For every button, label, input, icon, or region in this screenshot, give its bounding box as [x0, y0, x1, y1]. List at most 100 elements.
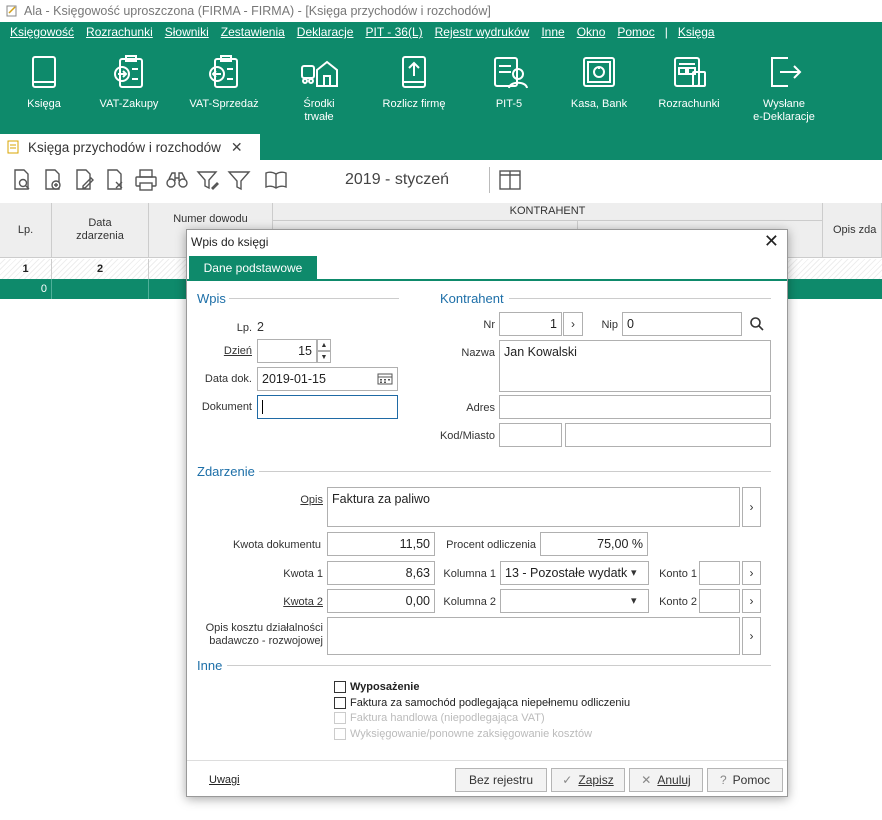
- menu-inne[interactable]: Inne: [535, 25, 570, 39]
- nip-input[interactable]: 0: [622, 312, 742, 336]
- adres-input[interactable]: [499, 395, 771, 419]
- filter-icon[interactable]: [227, 168, 251, 192]
- tab-label: Księga przychodów i rozchodów: [28, 139, 221, 155]
- spin-up-icon[interactable]: ▲: [317, 339, 331, 351]
- export-icon: [771, 57, 802, 87]
- wyposazenie-checkbox[interactable]: Wyposażenie: [334, 681, 420, 693]
- app-icon: [6, 5, 17, 17]
- nr-select-button[interactable]: ›: [563, 312, 583, 336]
- grid-cell-lp: 1: [0, 259, 52, 279]
- menu-zestawienia[interactable]: Zestawienia: [215, 25, 291, 39]
- ribbon-ksiega-button[interactable]: Księga: [4, 42, 84, 132]
- close-icon[interactable]: ✕: [764, 231, 779, 252]
- kolumna1-label: Kolumna 1: [443, 568, 496, 580]
- kwota2-input[interactable]: 0,00: [327, 589, 435, 613]
- data-dok-label: Data dok.: [204, 373, 252, 385]
- add-document-icon[interactable]: [41, 168, 65, 192]
- grid-cell-data: 2: [52, 259, 149, 279]
- procent-odliczenia-label: Procent odliczenia: [446, 539, 536, 551]
- checkbox-box: [334, 712, 346, 724]
- menu-pit36[interactable]: PIT - 36(L): [359, 25, 428, 39]
- menu-slowniki[interactable]: Słowniki: [159, 25, 215, 39]
- close-icon[interactable]: ✕: [231, 139, 243, 156]
- menu-pomoc[interactable]: Pomoc: [611, 25, 660, 39]
- section-zdarzenie-title: Zdarzenie: [197, 464, 255, 479]
- grid-header-lp[interactable]: Lp.: [0, 203, 52, 258]
- dzien-input[interactable]: 15: [257, 339, 317, 363]
- tab-dane-podstawowe[interactable]: Dane podstawowe: [189, 256, 317, 280]
- calendar-icon[interactable]: [375, 370, 395, 388]
- pomoc-button[interactable]: ? Pomoc: [707, 768, 783, 792]
- grid-header-kontrahent[interactable]: KONTRAHENT: [273, 203, 823, 221]
- kod-input[interactable]: [499, 423, 562, 447]
- badawczy-input[interactable]: [327, 617, 740, 655]
- procent-odliczenia-input[interactable]: 75,00 %: [540, 532, 648, 556]
- kwota1-input[interactable]: 8,63: [327, 561, 435, 585]
- grid-header-opis[interactable]: Opis zda: [823, 203, 882, 258]
- dokument-input[interactable]: [257, 395, 398, 419]
- checkbox-box[interactable]: [334, 697, 346, 709]
- tab-ksiega[interactable]: Księga przychodów i rozchodów ✕: [0, 134, 260, 160]
- menu-rozrachunki[interactable]: Rozrachunki: [80, 25, 159, 39]
- ribbon-rozrachunki-button[interactable]: Rozrachunki: [644, 42, 734, 132]
- anuluj-button[interactable]: ✕ Anuluj: [629, 768, 703, 792]
- period-label[interactable]: 2019 - styczeń: [345, 171, 449, 189]
- badawczy-select-button[interactable]: ›: [742, 617, 761, 655]
- konto2-select-button[interactable]: ›: [742, 589, 761, 613]
- document-icon: [7, 140, 19, 154]
- konto1-input[interactable]: [699, 561, 740, 585]
- text-cursor: [262, 400, 263, 414]
- spin-down-icon[interactable]: ▼: [317, 351, 331, 363]
- section-divider: [229, 298, 399, 299]
- nr-input[interactable]: 1: [499, 312, 562, 336]
- dialog-title: Wpis do księgi: [191, 235, 269, 249]
- menu-bar: Księgowość Rozrachunki Słowniki Zestawie…: [0, 22, 882, 42]
- menu-ksiegowosc[interactable]: Księgowość: [4, 25, 80, 39]
- zapisz-button[interactable]: ✓ Zapisz: [551, 768, 625, 792]
- ribbon-kasa-bank-button[interactable]: Kasa, Bank: [554, 42, 644, 132]
- chevron-down-icon[interactable]: ▾: [631, 594, 637, 607]
- samochod-checkbox[interactable]: Faktura za samochód podlegająca niepełne…: [334, 697, 630, 709]
- ribbon-pit5-button[interactable]: PIT-5: [464, 42, 554, 132]
- opis-input[interactable]: Faktura za paliwo: [327, 487, 740, 527]
- kwota-dokumentu-input[interactable]: 11,50: [327, 532, 435, 556]
- badawczy-label-1: Opis kosztu działalności: [205, 622, 323, 634]
- clipboard-in-icon: [114, 55, 143, 88]
- binoculars-icon[interactable]: [165, 168, 189, 192]
- preview-icon[interactable]: [10, 168, 34, 192]
- miasto-input[interactable]: [565, 423, 771, 447]
- columns-icon[interactable]: [498, 168, 522, 192]
- menu-deklaracje[interactable]: Deklaracje: [291, 25, 360, 39]
- menu-rejestr-wydrukow[interactable]: Rejestr wydruków: [429, 25, 536, 39]
- nazwa-input[interactable]: Jan Kowalski: [499, 340, 771, 392]
- edit-document-icon[interactable]: [72, 168, 96, 192]
- menu-ksiega[interactable]: Księga: [672, 25, 721, 39]
- grid-header-data[interactable]: Data zdarzenia: [52, 203, 149, 258]
- checkbox-box[interactable]: [334, 681, 346, 693]
- delete-document-icon[interactable]: [103, 168, 127, 192]
- menu-okno[interactable]: Okno: [571, 25, 612, 39]
- kwota2-label: Kwota 2: [283, 596, 323, 608]
- dokument-label: Dokument: [201, 401, 252, 413]
- nr-label: Nr: [483, 319, 495, 331]
- nip-label: Nip: [601, 319, 618, 331]
- kolumna1-select[interactable]: 13 - Pozostałe wydatk: [500, 561, 649, 585]
- ribbon-wyslane-e-deklaracje-button[interactable]: Wysłane e-Deklaracje: [734, 42, 834, 132]
- settle-icon: [402, 56, 426, 88]
- filter-edit-icon[interactable]: [196, 168, 220, 192]
- konto2-input[interactable]: [699, 589, 740, 613]
- search-icon[interactable]: [745, 312, 769, 336]
- konto1-select-button[interactable]: ›: [742, 561, 761, 585]
- ribbon-vat-zakupy-button[interactable]: VAT-Zakupy: [84, 42, 174, 132]
- section-divider: [509, 298, 771, 299]
- ribbon-srodki-trwale-button[interactable]: Środki trwałe: [274, 42, 364, 132]
- bez-rejestru-button[interactable]: Bez rejestru: [455, 768, 547, 792]
- opis-select-button[interactable]: ›: [742, 487, 761, 527]
- kolumna2-select[interactable]: [500, 589, 649, 613]
- print-icon[interactable]: [134, 168, 158, 192]
- open-book-icon[interactable]: [264, 168, 288, 192]
- ribbon-vat-sprzedaz-button[interactable]: VAT-Sprzedaż: [174, 42, 274, 132]
- chevron-down-icon[interactable]: ▾: [631, 566, 637, 579]
- ribbon-rozlicz-firme-button[interactable]: Rozlicz firmę: [364, 42, 464, 132]
- uwagi-link[interactable]: Uwagi: [209, 774, 240, 786]
